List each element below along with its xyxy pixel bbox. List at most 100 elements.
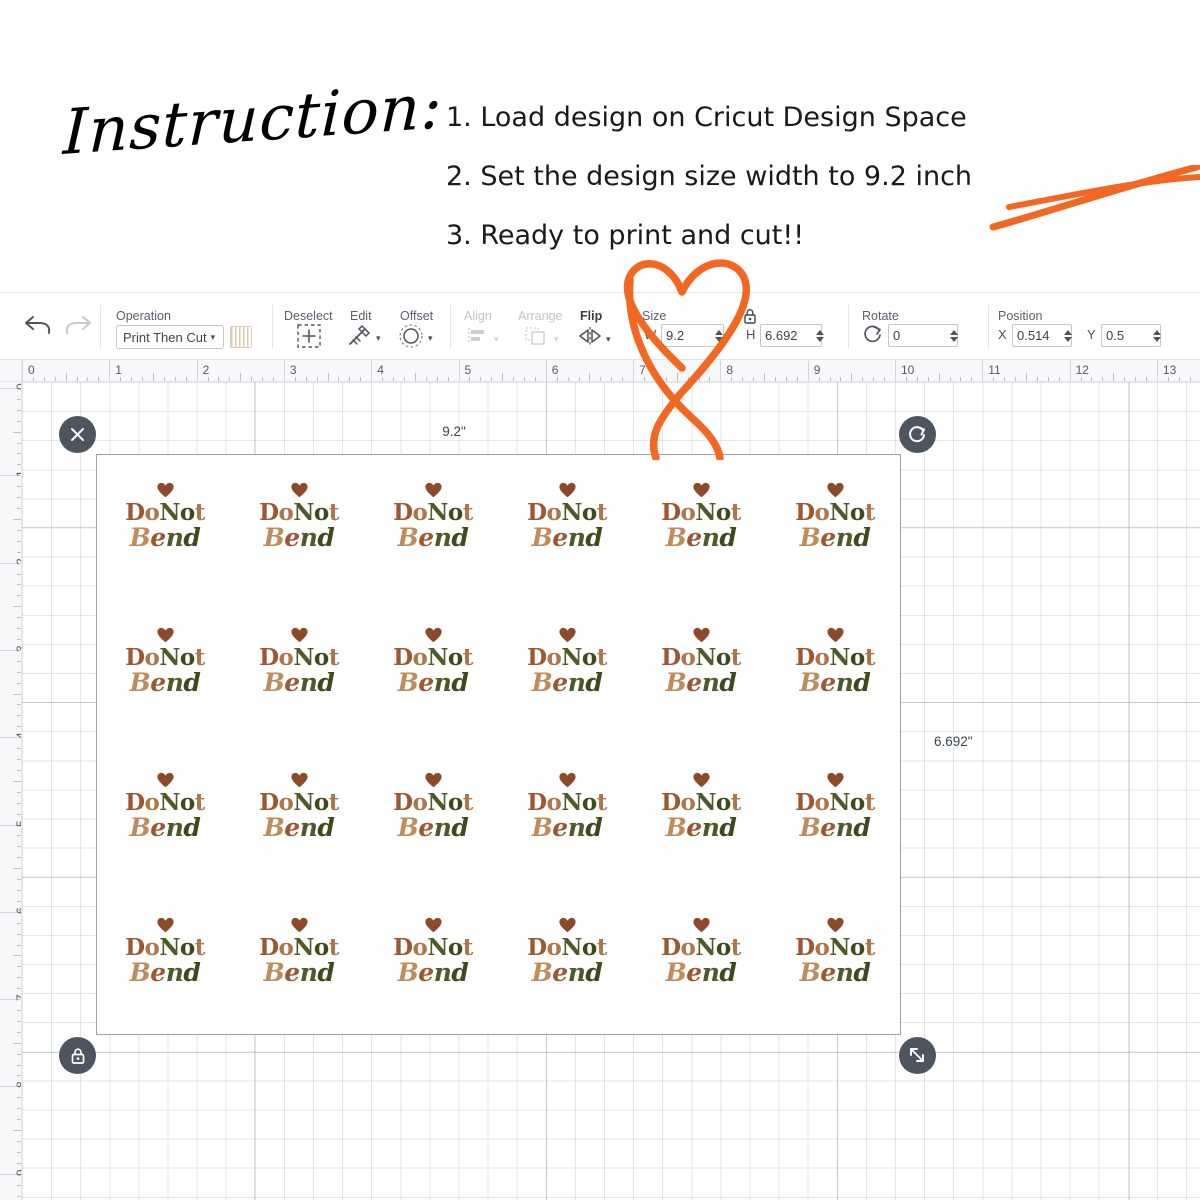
design-letter: N	[159, 789, 180, 816]
design-letter: o	[582, 644, 597, 671]
design-tile[interactable]: DoNotBend	[369, 892, 497, 1010]
design-letter: D	[125, 934, 144, 961]
edit-chevron-down-icon[interactable]: ▾	[376, 333, 381, 344]
edit-scissors-icon[interactable]	[346, 323, 372, 349]
ruler-number: 5	[14, 820, 22, 827]
ruler-tick-minor	[764, 373, 765, 382]
design-letter: B	[264, 813, 285, 842]
pattern-swatch-icon[interactable]	[230, 326, 252, 348]
design-tile[interactable]: DoNotBend	[235, 892, 363, 1010]
design-letter: d	[451, 813, 468, 842]
design-letter: N	[695, 644, 716, 671]
ruler-number: 0	[28, 363, 35, 377]
design-tile[interactable]: DoNotBend	[235, 747, 363, 865]
lock-linked-icon[interactable]	[740, 306, 760, 326]
redo-arrow-icon[interactable]	[60, 309, 94, 339]
size-height-input[interactable]: 6.692	[760, 324, 822, 347]
design-letter: N	[293, 644, 314, 671]
design-tile[interactable]: DoNotBend	[235, 457, 363, 575]
design-tile[interactable]: DoNotBend	[637, 602, 765, 720]
design-letter: D	[795, 934, 814, 961]
design-tile[interactable]: DoNotBend	[101, 457, 229, 575]
offset-shape-icon[interactable]	[398, 323, 424, 349]
rotate-icon[interactable]	[862, 323, 884, 345]
rotate-handle-button[interactable]	[899, 416, 936, 453]
design-letter: N	[829, 499, 850, 526]
design-tile[interactable]: DoNotBend	[503, 747, 631, 865]
vertical-ruler[interactable]: 0123456789	[0, 382, 22, 1200]
design-line-2: Bend	[264, 960, 335, 986]
position-group: Position X 0.514 Y 0.5	[998, 293, 1188, 361]
lock-handle-button[interactable]	[59, 1037, 96, 1074]
design-letter: o	[145, 644, 160, 671]
operation-value: Print Then Cut	[123, 330, 207, 345]
design-line-1: DoNot	[527, 646, 607, 669]
design-tile[interactable]: DoNotBend	[771, 892, 899, 1010]
align-chevron-down-icon[interactable]: ▾	[494, 334, 499, 345]
design-tile[interactable]: DoNotBend	[101, 747, 229, 865]
design-tile[interactable]: DoNotBend	[771, 457, 899, 575]
design-tile[interactable]: DoNotBend	[235, 602, 363, 720]
flip-horizontal-icon[interactable]	[578, 324, 602, 348]
design-letter: N	[695, 934, 716, 961]
ruler-tick-major	[808, 360, 809, 382]
horizontal-ruler[interactable]: 012345678910111213	[0, 360, 1200, 382]
design-tile[interactable]: DoNotBend	[637, 892, 765, 1010]
design-tile[interactable]: DoNotBend	[101, 892, 229, 1010]
design-tile[interactable]: DoNotBend	[771, 602, 899, 720]
design-letter: e	[418, 813, 433, 842]
undo-arrow-icon[interactable]	[22, 309, 56, 339]
design-tile[interactable]: DoNotBend	[369, 747, 497, 865]
design-letter: t	[463, 934, 473, 961]
offset-chevron-down-icon[interactable]: ▾	[428, 333, 433, 344]
design-tile[interactable]: DoNotBend	[771, 747, 899, 865]
size-height-stepper[interactable]	[814, 325, 825, 346]
ruler-tick-minor	[13, 694, 22, 695]
design-letter: t	[329, 499, 339, 526]
size-width-stepper[interactable]	[713, 325, 724, 346]
ruler-tick-major	[197, 360, 198, 382]
design-letter: N	[829, 789, 850, 816]
rotate-refresh-icon	[907, 424, 928, 445]
design-letter: e	[686, 958, 701, 987]
operation-select[interactable]: Print Then Cut ▾	[116, 325, 224, 349]
design-tile[interactable]: DoNotBend	[101, 602, 229, 720]
heart-icon	[156, 626, 175, 643]
rotate-stepper[interactable]	[948, 325, 959, 346]
design-tile[interactable]: DoNotBend	[369, 602, 497, 720]
design-tile[interactable]: DoNotBend	[637, 747, 765, 865]
selection-bounding-box[interactable]: DoNotBend DoNotBend DoNotBend DoNotBend …	[96, 454, 901, 1035]
design-letter: e	[820, 523, 835, 552]
design-canvas[interactable]: 012345678910111213 0123456789 DoNotBend …	[0, 360, 1200, 1200]
design-letter: n	[836, 958, 854, 987]
arrange-layers-icon[interactable]	[524, 325, 548, 347]
design-line-1: DoNot	[795, 646, 875, 669]
delete-handle-button[interactable]	[59, 416, 96, 453]
design-letter: n	[702, 668, 720, 697]
arrange-chevron-down-icon[interactable]: ▾	[554, 334, 559, 345]
design-tile[interactable]: DoNotBend	[369, 457, 497, 575]
design-line-2: Bend	[800, 815, 871, 841]
design-letter: t	[597, 644, 607, 671]
design-letter: t	[597, 934, 607, 961]
design-tile[interactable]: DoNotBend	[503, 892, 631, 1010]
instruction-step-3: 3. Ready to print and cut!!	[446, 206, 1146, 265]
position-y-stepper[interactable]	[1151, 325, 1162, 346]
ruler-number: 8	[14, 1082, 22, 1089]
design-tile[interactable]: DoNotBend	[503, 457, 631, 575]
canvas-grid[interactable]: DoNotBend DoNotBend DoNotBend DoNotBend …	[22, 382, 1200, 1200]
flip-chevron-down-icon[interactable]: ▾	[606, 334, 611, 345]
design-letter: t	[195, 644, 205, 671]
deselect-marquee-icon[interactable]	[296, 323, 322, 349]
position-x-stepper[interactable]	[1062, 325, 1073, 346]
design-letter: n	[300, 958, 318, 987]
design-line-1: DoNot	[661, 501, 741, 524]
design-letter: D	[259, 499, 278, 526]
resize-handle-button[interactable]	[899, 1037, 936, 1074]
align-left-icon[interactable]	[466, 325, 488, 347]
heart-icon	[424, 916, 443, 933]
design-letter: B	[264, 668, 285, 697]
design-letter: d	[451, 668, 468, 697]
design-tile[interactable]: DoNotBend	[637, 457, 765, 575]
design-tile[interactable]: DoNotBend	[503, 602, 631, 720]
